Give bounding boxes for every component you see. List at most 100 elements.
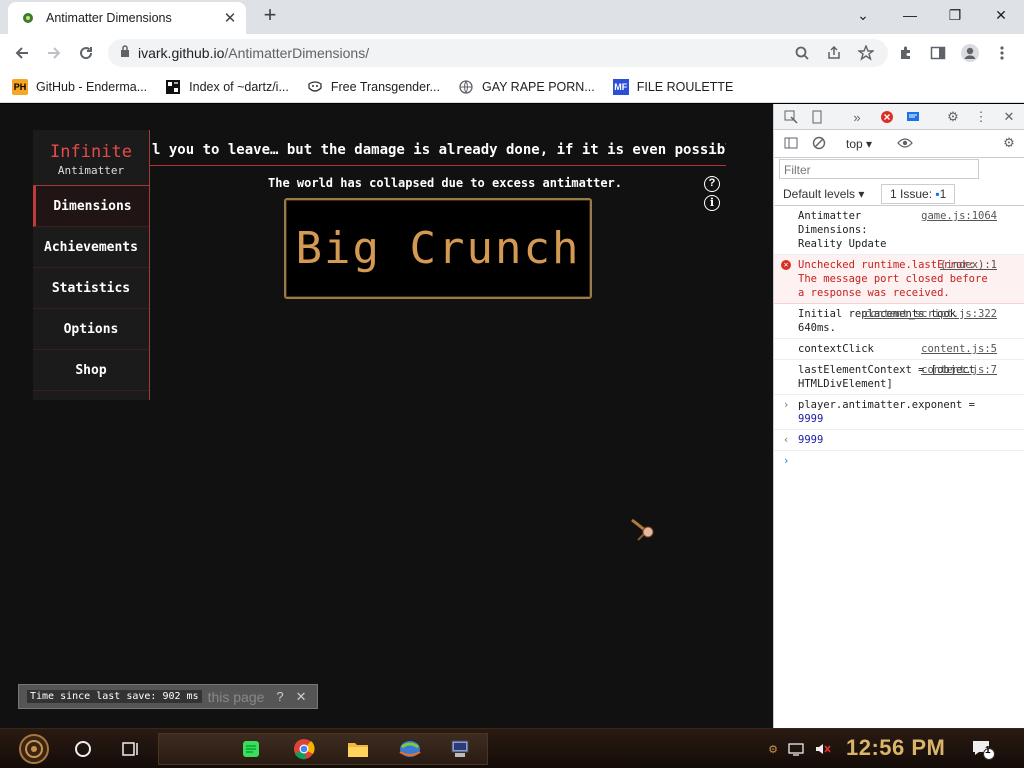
url-path: /AntimatterDimensions/ — [224, 45, 370, 61]
console-settings-icon[interactable]: ⚙ — [1000, 134, 1018, 152]
globe-icon — [458, 79, 474, 95]
news-ticker: l you to leave… but the damage is alread… — [150, 138, 726, 166]
console-command: player.antimatter.exponent = — [798, 399, 976, 411]
reload-icon[interactable] — [74, 41, 98, 65]
collapse-message: The world has collapsed due to excess an… — [268, 176, 623, 190]
file-explorer-icon[interactable] — [344, 733, 372, 765]
browser-toolbar: ivark.github.io/AntimatterDimensions/ — [0, 34, 1024, 72]
issues-button[interactable]: 1 Issue: ▪1 — [881, 184, 956, 204]
ph-icon: PH — [12, 79, 28, 95]
forward-icon[interactable] — [42, 41, 66, 65]
help-icon[interactable]: ? — [704, 176, 720, 192]
issues-label: 1 Issue: — [890, 187, 933, 201]
lock-icon — [120, 44, 130, 62]
task-view-icon[interactable] — [118, 733, 144, 765]
log-levels-bar: Default levels ▾ 1 Issue: ▪1 — [774, 182, 1024, 206]
notifications-icon[interactable]: 1 — [970, 733, 996, 765]
menu-kebab-icon[interactable] — [990, 41, 1014, 65]
chrome-icon[interactable] — [290, 733, 318, 765]
back-icon[interactable] — [10, 41, 34, 65]
minimize-button[interactable]: — — [895, 4, 925, 26]
devtools-menu-icon[interactable]: ⋮ — [972, 108, 990, 126]
console-source-link[interactable]: (index):1 — [940, 258, 997, 272]
more-tabs-icon[interactable]: » — [848, 108, 866, 126]
volume-muted-icon[interactable] — [812, 733, 834, 765]
clear-console-icon[interactable] — [810, 134, 828, 152]
globe-app-icon[interactable] — [396, 733, 424, 765]
console-source-link[interactable]: content.js:5 — [921, 342, 997, 356]
show-hidden-icons[interactable]: ⚙ — [766, 733, 780, 765]
console-prompt[interactable]: › — [774, 451, 1024, 473]
sidebar-item-dimensions[interactable]: Dimensions — [33, 186, 149, 227]
bookmark-file-roulette[interactable]: MF FILE ROULETTE — [612, 79, 733, 95]
bookmark-github[interactable]: PH GitHub - Enderma... — [12, 79, 147, 95]
error-icon: ✕ — [781, 260, 791, 270]
log-levels-dropdown[interactable]: Default levels ▾ — [783, 187, 864, 201]
save-timer-text: Time since last save: 902 ms — [27, 690, 202, 703]
bookmark-globe[interactable]: GAY RAPE PORN... — [458, 79, 595, 95]
console-message: Antimatter Dimensions: Reality Update — [798, 210, 887, 250]
bookmark-label: Free Transgender... — [330, 80, 440, 94]
bookmarks-bar: PH GitHub - Enderma... Index of ~dartz/i… — [0, 72, 1024, 103]
logo-title: Infinite — [50, 142, 132, 162]
notes-app-icon[interactable] — [238, 733, 264, 765]
message-count-icon[interactable] — [904, 108, 922, 126]
console-filter-input[interactable]: Filter — [779, 159, 979, 179]
live-expression-eye-icon[interactable] — [896, 134, 914, 152]
bookmark-star-icon[interactable] — [856, 43, 876, 63]
grid-icon — [165, 79, 181, 95]
bookmark-free[interactable]: Free Transgender... — [307, 79, 440, 95]
console-result-line: ‹ 9999 — [774, 430, 1024, 451]
console-line: contextClick content.js:5 — [774, 339, 1024, 360]
console-result: 9999 — [798, 434, 824, 446]
sidebar-toggle-icon[interactable] — [782, 134, 800, 152]
big-crunch-button[interactable]: Big Crunch — [284, 198, 592, 299]
big-crunch-label: Big Crunch — [295, 223, 581, 274]
console-line: Initial replacements took 640ms. content… — [774, 304, 1024, 339]
sidebar-item-shop[interactable]: Shop — [33, 350, 149, 391]
url-host: ivark.github.io — [138, 45, 225, 61]
context-select[interactable]: top ▾ — [846, 137, 872, 151]
tab-title: Antimatter Dimensions — [46, 11, 172, 25]
devtools-close-icon[interactable]: ✕ — [1000, 108, 1018, 126]
restore-button[interactable]: ❐ — [940, 4, 970, 26]
browser-tab[interactable]: Antimatter Dimensions ✕ — [8, 2, 246, 34]
close-window-button[interactable]: ✕ — [986, 4, 1016, 26]
computer-app-icon[interactable] — [446, 733, 474, 765]
custom-cursor-icon — [630, 518, 660, 548]
game-sidebar: Infinite Antimatter Dimensions Achieveme… — [33, 130, 150, 400]
sidebar-item-options[interactable]: Options — [33, 309, 149, 350]
game-viewport: l you to leave… but the damage is alread… — [0, 104, 773, 728]
bookmark-label: GAY RAPE PORN... — [481, 80, 595, 94]
sidebar-item-statistics[interactable]: Statistics — [33, 268, 149, 309]
sidebar-item-achievements[interactable]: Achievements — [33, 227, 149, 268]
network-icon[interactable] — [786, 733, 808, 765]
search-icon[interactable] — [792, 43, 812, 63]
tab-search-icon[interactable]: ⌄ — [848, 4, 878, 26]
console-log: Antimatter Dimensions: Reality Update ga… — [774, 206, 1024, 473]
notification-count: 1 — [985, 745, 991, 756]
start-button[interactable] — [10, 733, 58, 765]
bookmark-index[interactable]: Index of ~dartz/i... — [165, 79, 289, 95]
save-help-icon[interactable]: ? — [276, 689, 283, 704]
new-tab-button[interactable]: + — [258, 4, 282, 28]
profile-avatar-icon[interactable] — [958, 41, 982, 65]
inspect-icon[interactable] — [782, 108, 800, 126]
console-source-link[interactable]: content_script.js:322 — [864, 307, 997, 321]
share-icon[interactable] — [824, 43, 844, 63]
side-panel-icon[interactable] — [926, 41, 950, 65]
extensions-icon[interactable] — [894, 41, 918, 65]
settings-gear-icon[interactable]: ⚙ — [944, 108, 962, 126]
console-source-link[interactable]: game.js:1064 — [921, 209, 997, 223]
console-source-link[interactable]: content.js:7 — [921, 363, 997, 377]
devtools-tabbar: » ⚙ ⋮ ✕ — [774, 104, 1024, 130]
info-icon[interactable]: i — [704, 195, 720, 211]
cortana-icon[interactable] — [70, 733, 96, 765]
error-count-icon[interactable] — [878, 108, 896, 126]
address-bar[interactable]: ivark.github.io/AntimatterDimensions/ — [108, 39, 888, 67]
console-toolbar: top ▾ ⚙ — [774, 130, 1024, 158]
device-toggle-icon[interactable] — [808, 108, 826, 126]
save-close-icon[interactable]: ✕ — [296, 689, 307, 705]
taskbar-clock[interactable]: 12:56 PM — [846, 735, 945, 761]
tab-close-icon[interactable]: ✕ — [222, 9, 238, 27]
